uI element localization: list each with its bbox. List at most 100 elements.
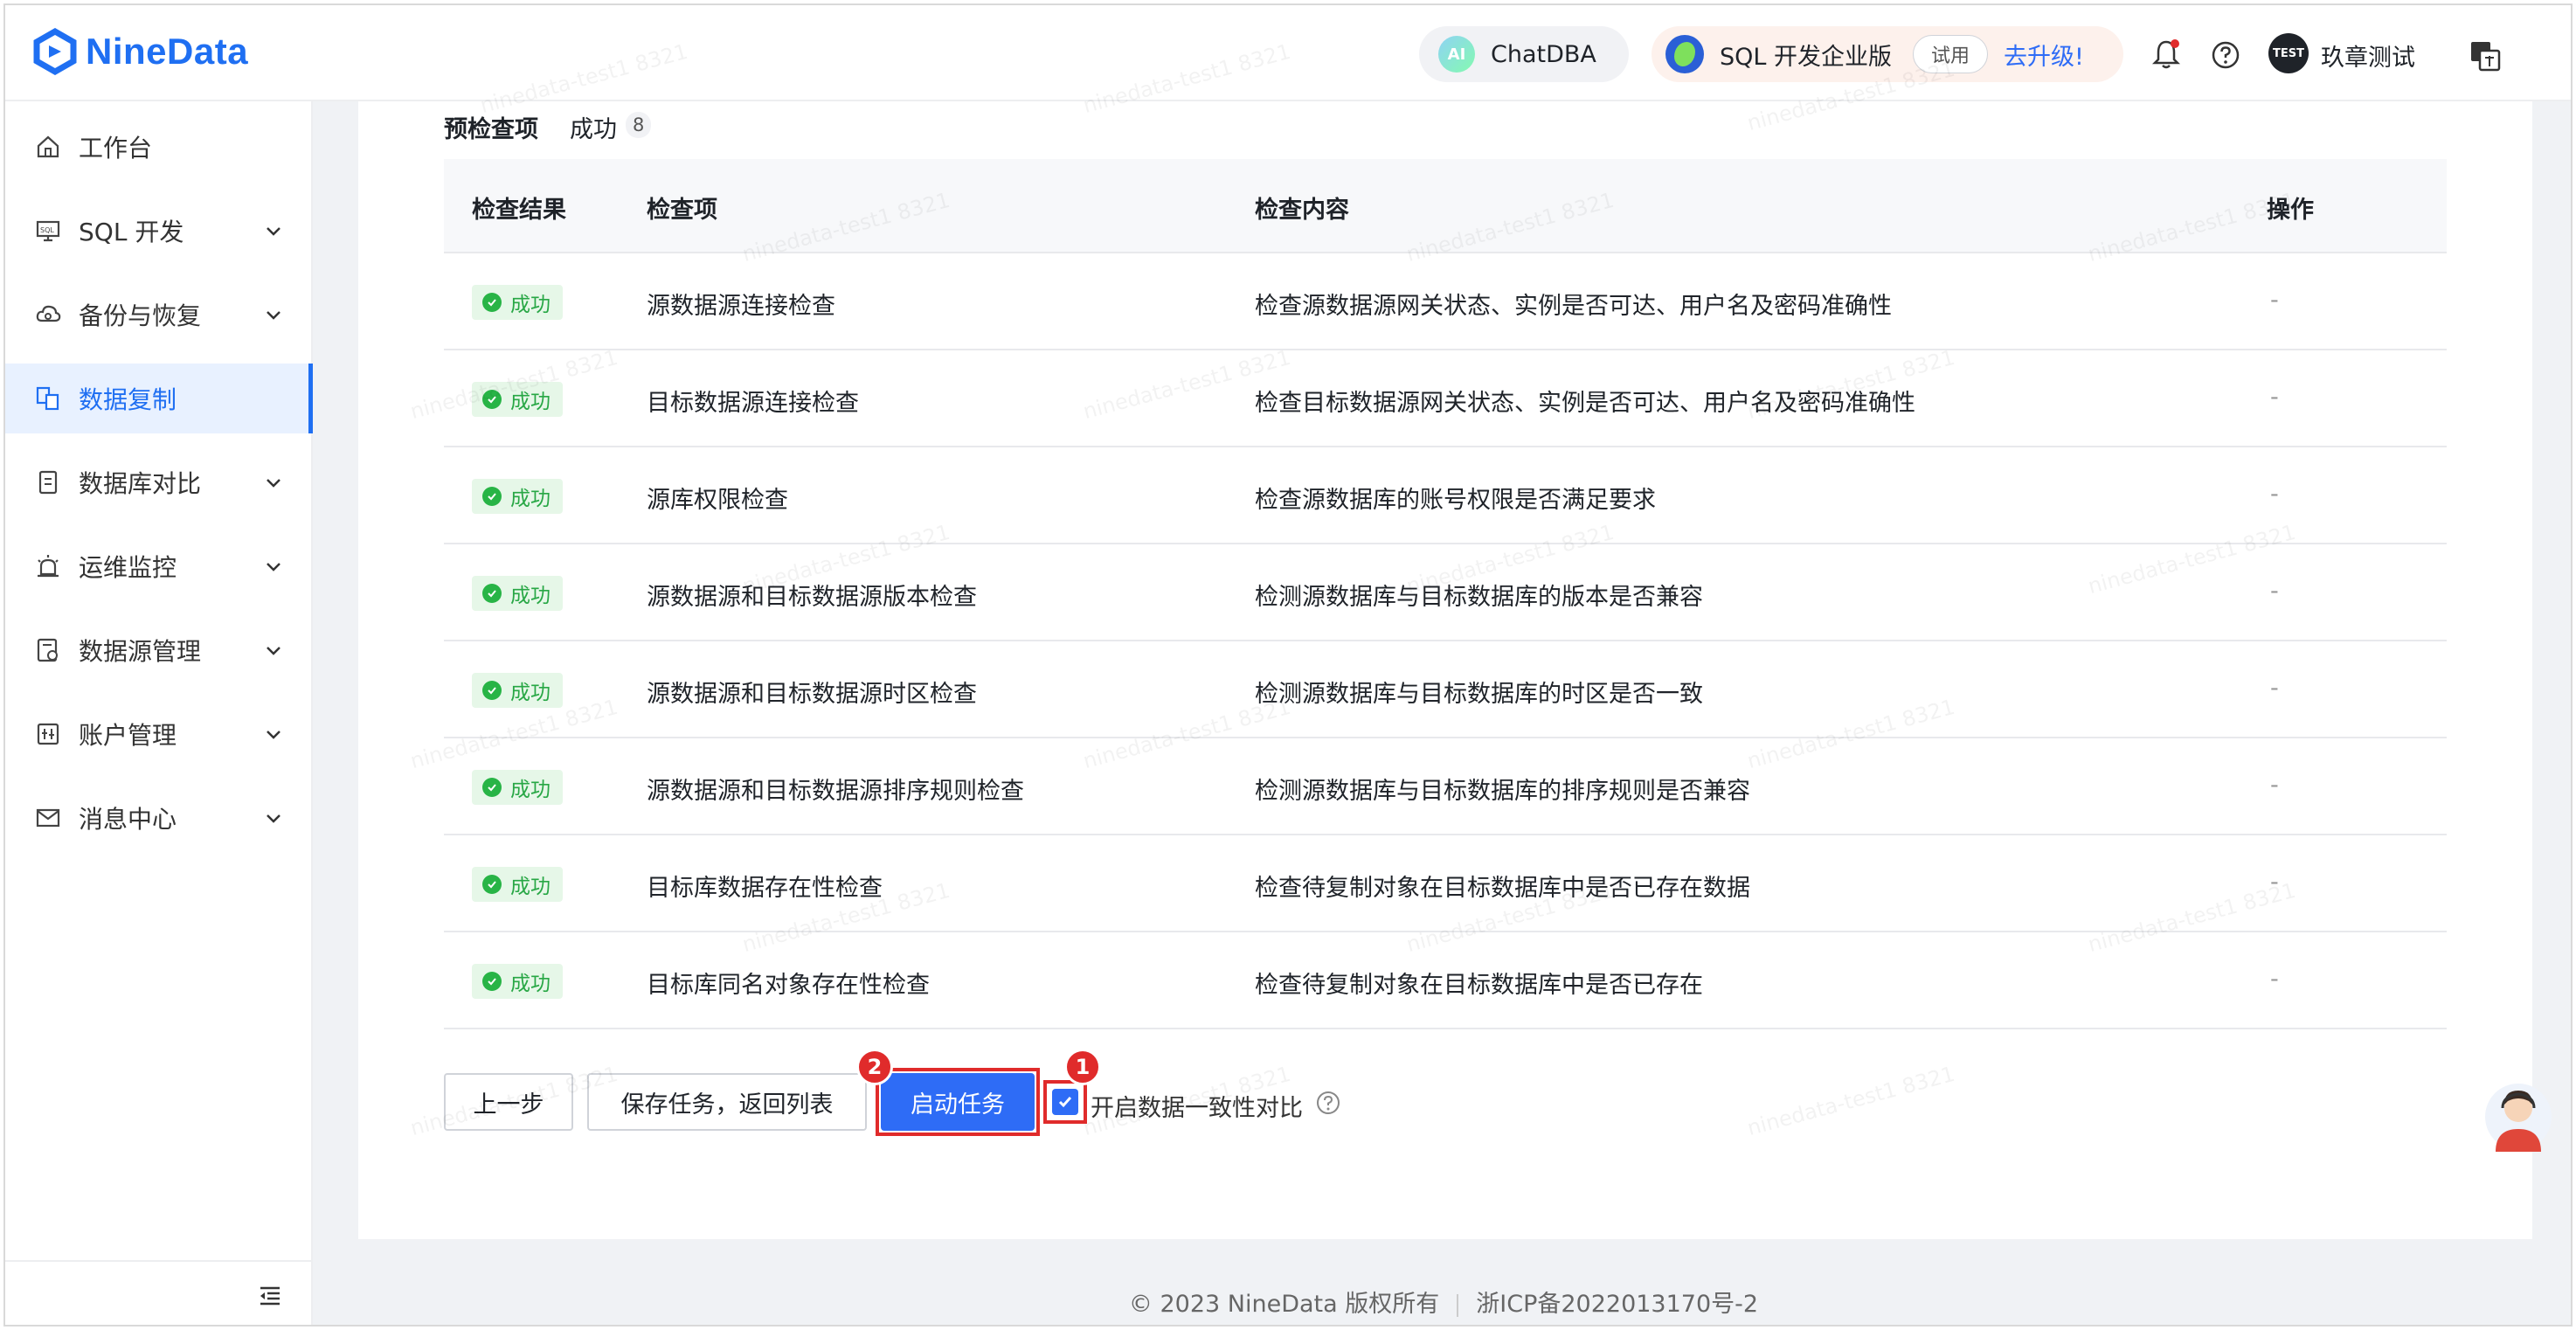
action-bar: 上一步 保存任务，返回列表 启动任务 2 1 开启数据一致性对比 (444, 1049, 1492, 1136)
consistency-label[interactable]: 开启数据一致性对比 (1091, 1089, 1303, 1123)
check-circle-icon (482, 778, 502, 797)
prev-step-button[interactable]: 上一步 (444, 1073, 573, 1131)
check-circle-icon (482, 875, 502, 894)
column-header-result: 检查结果 (472, 197, 566, 224)
check-item: 源数据源和目标数据源版本检查 (647, 584, 977, 611)
question-circle-icon[interactable] (1316, 1091, 1340, 1115)
rocket-icon (1665, 35, 1704, 73)
user-name[interactable]: 玖章测试 (2321, 38, 2415, 73)
sidebar-item-label: SQL 开发 (79, 218, 184, 246)
trial-badge: 试用 (1913, 35, 1989, 73)
sidebar-item-ops-monitor[interactable]: 运维监控 (5, 531, 311, 601)
step-marker-1: 1 (1064, 1049, 1101, 1085)
precheck-card: 预检查项 成功 8 检查结果 检查项 检查内容 操作 成功 源数据源连接检查 检… (358, 101, 2532, 1239)
account-icon (37, 723, 59, 745)
support-bot-icon[interactable] (2483, 1082, 2553, 1157)
language-switch-icon[interactable] (2468, 38, 2503, 73)
sidebar-item-message-center[interactable]: 消息中心 (5, 783, 311, 853)
chevron-down-icon (267, 479, 280, 488)
table-row: 成功 目标库数据存在性检查 检查待复制对象在目标数据库中是否已存在数据 - (444, 835, 2447, 932)
chatdba-button[interactable]: AI ChatDBA (1419, 26, 1629, 82)
precheck-count-badge: 8 (626, 112, 652, 138)
step-marker-2: 2 (856, 1049, 893, 1085)
check-item: 源数据源连接检查 (647, 293, 835, 320)
status-badge: 成功 (472, 867, 563, 902)
chevron-down-icon (267, 563, 280, 571)
data-replication-icon (36, 386, 59, 411)
icp-link[interactable]: 浙ICP备2022013170号-2 (1476, 1291, 1758, 1318)
status-badge: 成功 (472, 964, 563, 999)
sidebar-footer (5, 1260, 311, 1325)
check-content: 检测源数据库与目标数据库的版本是否兼容 (1255, 584, 1703, 611)
help-icon[interactable] (2211, 40, 2240, 70)
chevron-down-icon (267, 731, 280, 739)
logo[interactable]: NineData (31, 28, 248, 75)
status-text: 成功 (510, 682, 551, 704)
column-header-content: 检查内容 (1255, 197, 1349, 224)
db-compare-icon (38, 470, 58, 495)
chevron-down-icon (267, 227, 280, 236)
top-header: NineData AI ChatDBA SQL 开发企业版 试用 去升级! TE… (5, 5, 2571, 101)
check-item: 目标数据源连接检查 (647, 390, 859, 417)
check-item: 目标库同名对象存在性检查 (647, 972, 930, 999)
check-content: 检查源数据库的账号权限是否满足要求 (1255, 487, 1656, 514)
chevron-down-icon (267, 814, 280, 823)
user-avatar[interactable]: TEST (2268, 33, 2309, 73)
check-content: 检测源数据库与目标数据库的时区是否一致 (1255, 681, 1703, 708)
chevron-down-icon (267, 647, 280, 655)
status-text: 成功 (510, 973, 551, 995)
sidebar-item-sql-dev[interactable]: SQL SQL 开发 (5, 196, 311, 266)
row-action: - (2270, 869, 2279, 896)
check-content: 检查待复制对象在目标数据库中是否已存在数据 (1255, 875, 1750, 902)
sidebar-item-db-compare[interactable]: 数据库对比 (5, 447, 311, 517)
highlight-box-checkbox (1043, 1080, 1087, 1124)
sidebar-item-datasource-mgmt[interactable]: 数据源管理 (5, 615, 311, 685)
check-item: 源库权限检查 (647, 487, 788, 514)
upgrade-link[interactable]: 去升级! (2004, 38, 2084, 72)
row-action: - (2270, 675, 2279, 702)
sidebar-item-workbench[interactable]: 工作台 (5, 112, 311, 182)
check-item: 目标库数据存在性检查 (647, 875, 883, 902)
collapse-menu-icon[interactable] (257, 1283, 283, 1309)
brand-name: NineData (86, 31, 249, 72)
check-item: 源数据源和目标数据源排序规则检查 (647, 778, 1024, 805)
sql-dev-icon: SQL (36, 220, 60, 242)
sidebar-item-label: 运维监控 (79, 553, 177, 582)
status-badge: 成功 (472, 770, 563, 805)
row-action: - (2270, 287, 2279, 314)
mail-icon (36, 808, 60, 828)
row-action: - (2270, 772, 2279, 799)
sql-edition-label: SQL 开发企业版 (1720, 43, 1893, 71)
status-badge: 成功 (472, 673, 563, 708)
table-row: 成功 目标数据源连接检查 检查目标数据源网关状态、实例是否可达、用户名及密码准确… (444, 350, 2447, 447)
sidebar-item-account-mgmt[interactable]: 账户管理 (5, 699, 311, 769)
sidebar-item-label: 数据库对比 (79, 469, 202, 498)
status-badge: 成功 (472, 382, 563, 417)
check-content: 检查待复制对象在目标数据库中是否已存在 (1255, 972, 1703, 999)
sql-enterprise-banner[interactable]: SQL 开发企业版 试用 去升级! (1652, 26, 2123, 82)
row-action: - (2270, 578, 2279, 605)
row-action: - (2270, 384, 2279, 411)
precheck-table: 检查结果 检查项 检查内容 操作 成功 源数据源连接检查 检查源数据源网关状态、… (444, 159, 2447, 1029)
precheck-status: 成功 (570, 116, 617, 143)
column-header-item: 检查项 (647, 197, 717, 224)
ninedata-logo-icon (33, 28, 77, 75)
sidebar-item-backup-restore[interactable]: 备份与恢复 (5, 280, 311, 350)
table-row: 成功 源数据源和目标数据源版本检查 检测源数据库与目标数据库的版本是否兼容 - (444, 544, 2447, 641)
cloud-backup-icon (36, 305, 61, 322)
sidebar-item-label: 消息中心 (79, 805, 177, 834)
check-content: 检测源数据库与目标数据库的排序规则是否兼容 (1255, 778, 1750, 805)
save-and-return-button[interactable]: 保存任务，返回列表 (587, 1073, 867, 1131)
notification-bell-icon[interactable] (2151, 38, 2181, 70)
check-content: 检查源数据源网关状态、实例是否可达、用户名及密码准确性 (1255, 293, 1892, 320)
alarm-monitor-icon (38, 555, 59, 578)
column-header-action: 操作 (2267, 197, 2314, 224)
status-badge: 成功 (472, 479, 563, 514)
status-badge: 成功 (472, 576, 563, 611)
sidebar-item-data-replication[interactable]: 数据复制 (5, 364, 313, 433)
table-row: 成功 源数据源连接检查 检查源数据源网关状态、实例是否可达、用户名及密码准确性 … (444, 253, 2447, 350)
status-text: 成功 (510, 391, 551, 413)
check-circle-icon (482, 584, 502, 603)
table-row: 成功 源数据源和目标数据源时区检查 检测源数据库与目标数据库的时区是否一致 - (444, 641, 2447, 738)
status-text: 成功 (510, 779, 551, 801)
